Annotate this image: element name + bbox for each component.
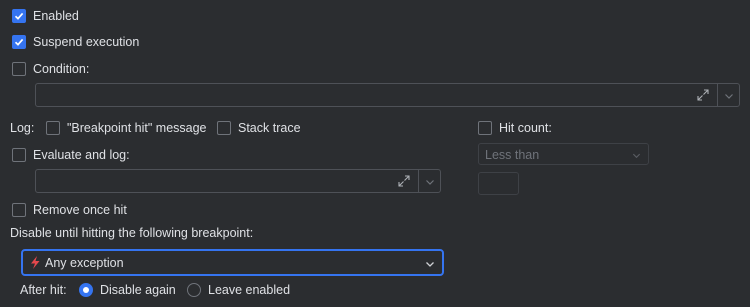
field-separator — [717, 84, 718, 106]
disable-until-value: Any exception — [45, 256, 124, 270]
evaluate-input[interactable] — [35, 169, 441, 193]
disable-again-label: Disable again — [100, 283, 176, 297]
suspend-checkbox-row[interactable]: Suspend execution — [12, 35, 139, 49]
disable-again-radio-row[interactable]: Disable again — [79, 283, 176, 297]
hit-count-operator-value: Less than — [485, 148, 540, 162]
remove-once-hit-label: Remove once hit — [33, 203, 127, 217]
breakpoint-hit-checkbox-row[interactable]: "Breakpoint hit" message — [46, 121, 207, 135]
enabled-checkbox[interactable] — [12, 9, 26, 23]
expand-icon[interactable] — [397, 174, 411, 188]
chevron-down-icon — [632, 153, 641, 159]
evaluate-checkbox[interactable] — [12, 148, 26, 162]
disable-until-label-text: Disable until hitting the following brea… — [10, 226, 254, 240]
disable-again-radio[interactable] — [79, 283, 93, 297]
leave-enabled-label: Leave enabled — [208, 283, 291, 297]
hit-count-checkbox-row[interactable]: Hit count: — [478, 121, 552, 135]
stack-trace-checkbox[interactable] — [217, 121, 231, 135]
field-separator — [418, 170, 419, 192]
breakpoint-hit-checkbox[interactable] — [46, 121, 60, 135]
suspend-label: Suspend execution — [33, 35, 140, 49]
disable-until-label: Disable until hitting the following brea… — [10, 226, 253, 240]
remove-once-hit-checkbox-row[interactable]: Remove once hit — [12, 203, 127, 217]
enabled-label: Enabled — [33, 9, 79, 23]
evaluate-checkbox-row[interactable]: Evaluate and log: — [12, 148, 130, 162]
condition-checkbox-row[interactable]: Condition: — [12, 62, 89, 76]
condition-input[interactable] — [35, 83, 740, 107]
chevron-down-icon[interactable] — [724, 91, 734, 101]
evaluate-label: Evaluate and log: — [33, 148, 130, 162]
disable-until-select[interactable]: Any exception — [21, 249, 444, 276]
condition-label: Condition: — [33, 62, 90, 76]
lightning-icon — [31, 256, 40, 269]
chevron-down-icon[interactable] — [425, 177, 435, 187]
checkmark-icon — [14, 12, 24, 20]
condition-checkbox[interactable] — [12, 62, 26, 76]
hit-count-operator-select[interactable]: Less than — [478, 143, 649, 165]
stack-trace-checkbox-row[interactable]: Stack trace — [217, 121, 301, 135]
hit-count-checkbox[interactable] — [478, 121, 492, 135]
enabled-checkbox-row[interactable]: Enabled — [12, 9, 79, 23]
checkmark-icon — [14, 38, 24, 46]
log-label-text: Log: — [10, 121, 35, 135]
chevron-down-icon — [426, 262, 434, 267]
expand-icon[interactable] — [696, 88, 710, 102]
leave-enabled-radio-row[interactable]: Leave enabled — [187, 283, 290, 297]
after-hit-label: After hit: — [20, 283, 67, 297]
leave-enabled-radio[interactable] — [187, 283, 201, 297]
hit-count-input[interactable] — [478, 172, 519, 195]
after-hit-label-text: After hit: — [20, 283, 67, 297]
log-label: Log: — [10, 121, 34, 135]
stack-trace-label: Stack trace — [238, 121, 301, 135]
hit-count-label: Hit count: — [499, 121, 552, 135]
suspend-checkbox[interactable] — [12, 35, 26, 49]
remove-once-hit-checkbox[interactable] — [12, 203, 26, 217]
breakpoint-hit-label: "Breakpoint hit" message — [67, 121, 207, 135]
